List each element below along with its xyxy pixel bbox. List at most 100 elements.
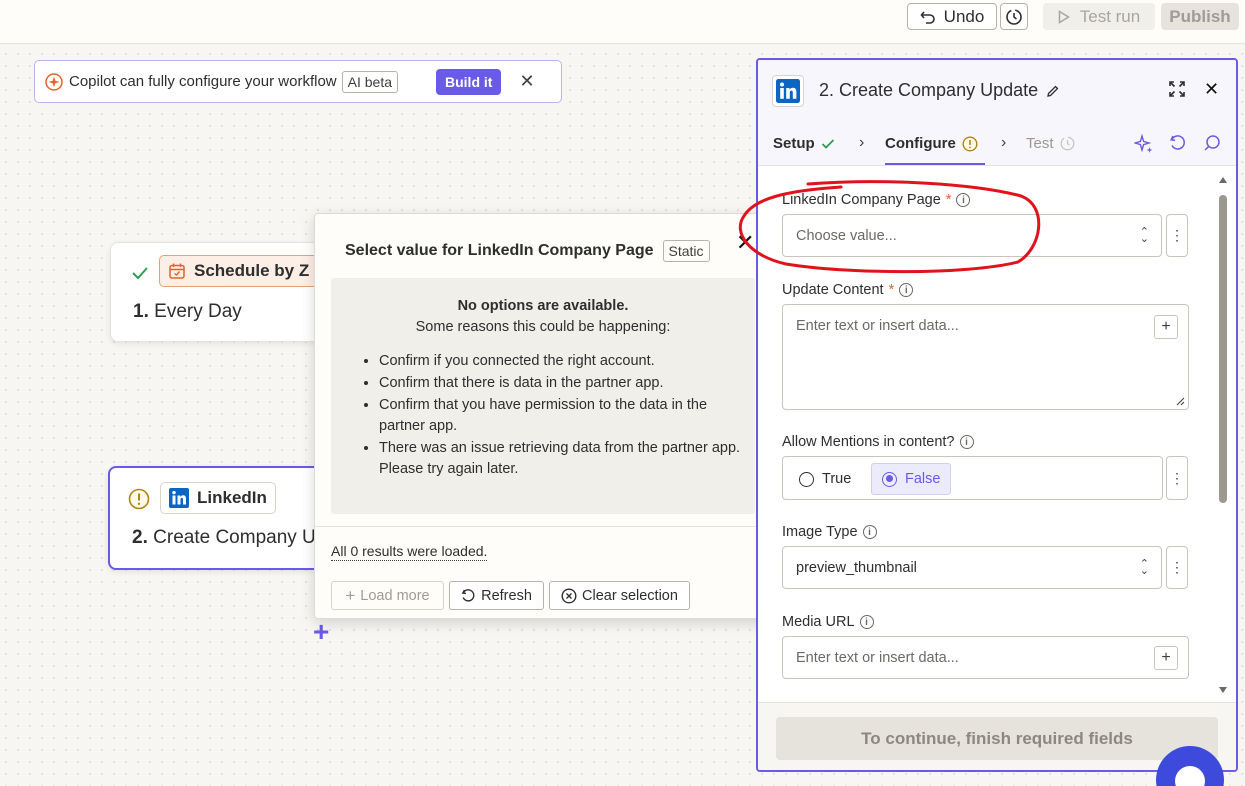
clear-label: Clear selection	[582, 587, 678, 604]
empty-subtitle: Some reasons this could be happening:	[415, 319, 671, 335]
test-run-button[interactable]: Test run	[1043, 3, 1155, 30]
empty-state: No options are available. Some reasons t…	[331, 278, 755, 514]
version-history-button[interactable]	[1000, 3, 1028, 30]
close-icon[interactable]: ✕	[736, 230, 754, 256]
field-label: Allow Mentions in content?	[782, 434, 955, 450]
undo-icon	[920, 10, 935, 24]
app-chip-schedule: Schedule by Z	[159, 255, 319, 287]
step-name: Create Company U	[153, 527, 316, 548]
step-card-linkedin[interactable]: LinkedIn 2. Create Company U	[108, 466, 348, 570]
field-label: Media URL	[782, 614, 855, 630]
ai-beta-badge: AI beta	[341, 70, 398, 93]
reset-icon[interactable]	[1169, 134, 1187, 152]
continue-button[interactable]: To continue, finish required fields	[776, 717, 1218, 760]
allow-mentions-label: Allow Mentions in content? i	[782, 434, 974, 450]
select-arrows-icon: ⌃ ⌄	[1139, 557, 1149, 577]
radio-true[interactable]: True	[789, 463, 861, 495]
more-options-icon[interactable]: ⋮	[1166, 456, 1188, 500]
step-number: 2.	[132, 527, 148, 548]
panel-header: 2. Create Company Update ✕	[758, 60, 1236, 122]
divider	[315, 526, 770, 527]
list-item: Confirm if you connected the right accou…	[379, 351, 741, 372]
update-content-field[interactable]: Enter text or insert data... +	[782, 304, 1189, 410]
empty-title: No options are available.	[457, 298, 629, 314]
panel-title-text: 2. Create Company Update	[819, 80, 1039, 100]
check-icon	[132, 267, 148, 280]
comment-icon[interactable]	[1203, 134, 1221, 152]
step-number: 1.	[133, 301, 149, 322]
update-content-label: Update Content * i	[782, 282, 914, 298]
media-url-label: Media URL i	[782, 614, 874, 630]
tab-label: Test	[1026, 135, 1054, 152]
top-bar: Undo Test run Publish	[0, 0, 1245, 44]
load-more-button[interactable]: + Load more	[331, 581, 444, 610]
field-placeholder: Choose value...	[796, 227, 897, 244]
select-arrows-icon: ⌃ ⌄	[1139, 225, 1149, 245]
info-icon[interactable]: i	[899, 283, 914, 297]
insert-data-plus-icon[interactable]: +	[1154, 315, 1178, 339]
clear-selection-button[interactable]: Clear selection	[549, 581, 690, 610]
list-item: Confirm that you have permission to the …	[379, 395, 741, 437]
refresh-icon	[461, 589, 475, 602]
calendar-icon	[169, 263, 185, 279]
allow-mentions-radio-group: True False	[782, 456, 1163, 500]
expand-icon[interactable]	[1168, 80, 1186, 98]
linkedin-logo	[772, 75, 804, 107]
media-url-field[interactable]: Enter text or insert data... +	[782, 636, 1189, 679]
chevron-right-icon: ›	[1001, 134, 1007, 151]
company-page-select[interactable]: Choose value... ⌃ ⌄	[782, 214, 1162, 257]
close-icon[interactable]: ✕	[519, 71, 534, 92]
app-chip-linkedin: LinkedIn	[160, 482, 276, 514]
publish-button[interactable]: Publish	[1161, 3, 1239, 30]
step-title: 2. Create Company U	[132, 527, 316, 549]
undo-label: Undo	[943, 6, 985, 26]
undo-button[interactable]: Undo	[907, 3, 997, 30]
info-icon[interactable]: i	[956, 193, 971, 207]
scrollbar-thumb[interactable]	[1219, 195, 1227, 503]
panel-body: LinkedIn Company Page * i Choose value..…	[758, 167, 1236, 701]
more-options-icon[interactable]: ⋮	[1166, 214, 1188, 257]
more-options-icon[interactable]: ⋮	[1166, 546, 1188, 589]
resize-handle-icon[interactable]	[1176, 397, 1185, 406]
refresh-label: Refresh	[481, 587, 532, 604]
test-run-label: Test run	[1079, 6, 1141, 26]
add-step-plus-icon[interactable]: +	[313, 616, 329, 648]
step-title: 1. Every Day	[133, 301, 242, 323]
radio-false[interactable]: False	[871, 463, 952, 495]
app-name: Schedule by Z	[194, 261, 310, 280]
close-icon[interactable]: ✕	[1204, 79, 1219, 100]
field-placeholder: Enter text or insert data...	[796, 318, 959, 334]
publish-label: Publish	[1169, 6, 1231, 26]
image-type-select[interactable]: preview_thumbnail ⌃ ⌄	[782, 546, 1162, 589]
warning-icon	[128, 488, 150, 510]
list-item: There was an issue retrieving data from …	[379, 438, 741, 480]
radio-selected-icon	[882, 471, 897, 487]
ai-sparkle-icon[interactable]	[1134, 134, 1154, 154]
static-badge: Static	[662, 240, 710, 262]
play-icon	[1058, 9, 1070, 24]
copilot-message: Copilot can fully configure your workflo…	[69, 73, 337, 90]
tab-test[interactable]: Test	[1026, 135, 1075, 152]
radio-circle-icon	[799, 471, 814, 487]
results-count: All 0 results were loaded.	[331, 543, 488, 561]
list-item: Confirm that there is data in the partne…	[379, 373, 741, 394]
info-icon[interactable]: i	[859, 615, 874, 629]
copilot-banner: Copilot can fully configure your workflo…	[34, 60, 562, 103]
field-label: Update Content	[782, 282, 884, 298]
field-value: preview_thumbnail	[796, 559, 917, 576]
info-icon[interactable]: i	[862, 525, 877, 539]
build-it-button[interactable]: Build it	[436, 68, 502, 95]
insert-data-plus-icon[interactable]: +	[1154, 646, 1178, 670]
history-icon	[1006, 8, 1022, 25]
panel-title[interactable]: 2. Create Company Update	[819, 80, 1060, 101]
tab-setup[interactable]: Setup	[773, 135, 835, 152]
popover-title-text: Select value for LinkedIn Company Page	[345, 242, 654, 259]
chevron-right-icon: ›	[859, 134, 865, 151]
tab-configure[interactable]: Configure	[885, 135, 985, 165]
test-status-icon	[1060, 136, 1074, 151]
info-icon[interactable]: i	[959, 435, 974, 449]
pencil-icon[interactable]	[1046, 84, 1060, 98]
refresh-button[interactable]: Refresh	[449, 581, 544, 610]
warning-icon	[962, 135, 978, 152]
reasons-list: Confirm if you connected the right accou…	[379, 351, 755, 480]
